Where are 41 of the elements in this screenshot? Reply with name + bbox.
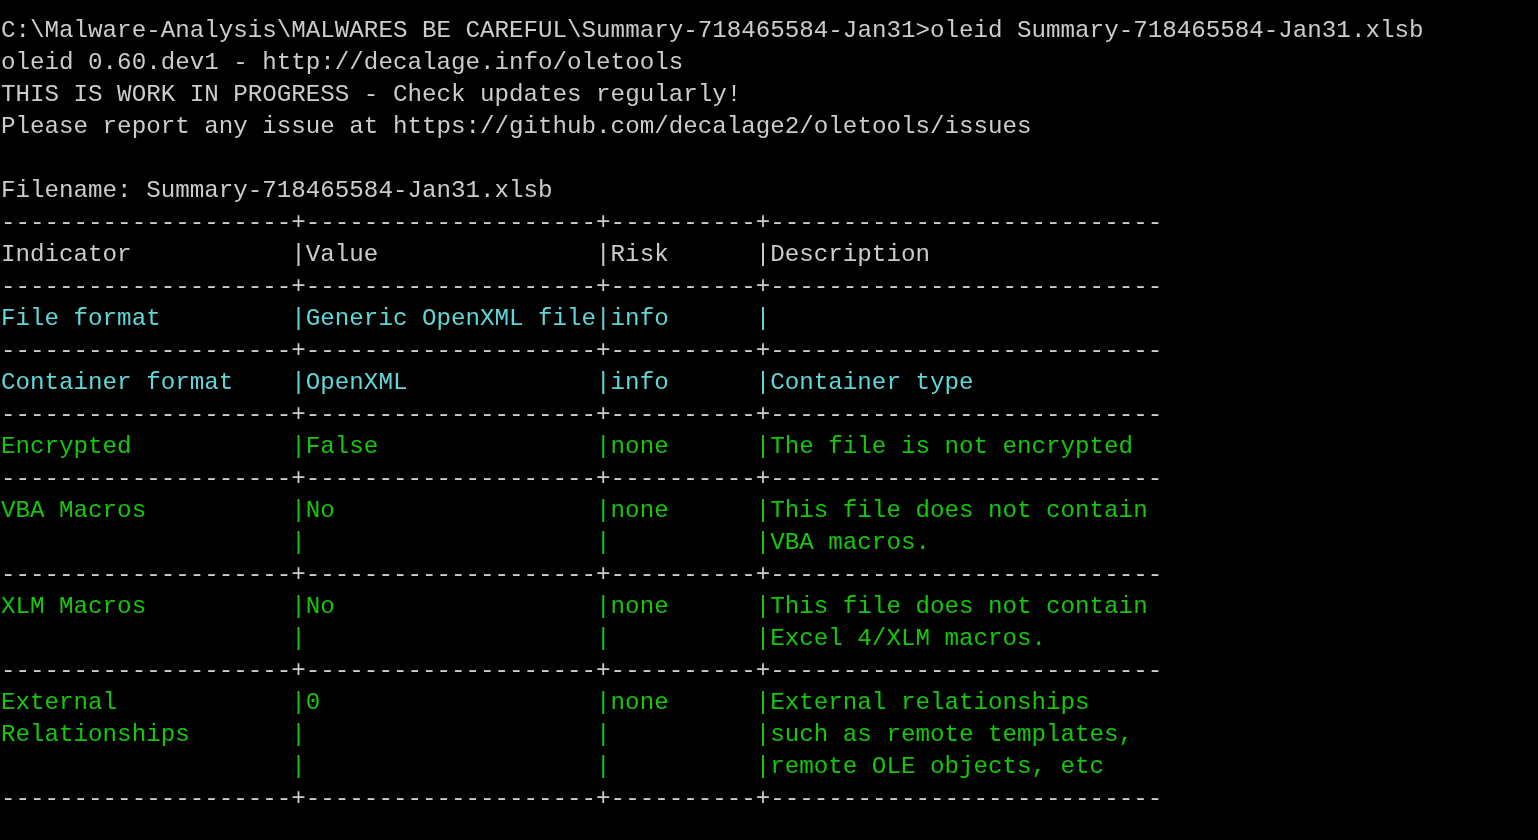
table-cell-text: |Generic OpenXML file	[291, 304, 597, 334]
table-cell-text: |none | |	[596, 688, 670, 782]
table-rule: --------------------+--------------------+----------+---------------------------	[1, 272, 1163, 302]
table-cell-text: Encrypted	[1, 432, 133, 462]
table-cell-text: XLM Macros	[1, 592, 148, 622]
table-cell-text: |none |	[596, 496, 670, 558]
table-cell-text: |info	[596, 368, 670, 398]
column-header: |Value	[291, 240, 380, 270]
table-cell-text: |none	[596, 432, 670, 462]
table-cell-text: External Relationships	[1, 688, 191, 750]
terminal-line: Please report any issue at https://github.com/decalage2/oletools/issues	[1, 112, 1032, 142]
terminal-line: Filename: Summary-718465584-Jan31.xlsb	[1, 176, 553, 206]
table-cell-text: |This file does not contain |VBA macros.	[755, 496, 1149, 558]
table-cell-text: |False	[291, 432, 380, 462]
table-cell-text: |External relationships |such as remote templates, |remote OLE objects, etc	[755, 688, 1135, 782]
terminal-line: THIS IS WORK IN PROGRESS - Check updates regularly!	[1, 80, 742, 110]
table-rule: --------------------+--------------------+----------+---------------------------	[1, 208, 1163, 238]
table-cell-text: VBA Macros	[1, 496, 148, 526]
table-cell-text: |The file is not encrypted	[755, 432, 1135, 462]
column-header: Indicator	[1, 240, 133, 270]
table-cell-text: |OpenXML	[291, 368, 409, 398]
table-rule: --------------------+--------------------+----------+---------------------------	[1, 400, 1163, 430]
table-cell-text: |This file does not contain |Excel 4/XLM macros.	[755, 592, 1149, 654]
table-cell-text: File format	[1, 304, 162, 334]
table-cell-text: Container format	[1, 368, 235, 398]
table-cell-text: |No |	[291, 592, 336, 654]
table-cell-text: |none |	[596, 592, 670, 654]
table-rule: --------------------+--------------------+----------+---------------------------	[1, 784, 1163, 814]
table-rule: --------------------+--------------------+----------+---------------------------	[1, 656, 1163, 686]
table-cell-text: |Container type	[755, 368, 975, 398]
table-cell-text: |info	[596, 304, 670, 334]
table-cell-text: |0 | |	[291, 688, 322, 782]
terminal-line: C:\Malware-Analysis\MALWARES BE CAREFUL\Summary-718465584-Jan31>oleid Summary-718465584-Jan31.xlsb	[1, 16, 1424, 46]
table-cell-text: |No |	[291, 496, 336, 558]
column-header: |Risk	[596, 240, 670, 270]
table-rule: --------------------+--------------------+----------+---------------------------	[1, 336, 1163, 366]
table-rule: --------------------+--------------------+----------+---------------------------	[1, 464, 1163, 494]
terminal-line: oleid 0.60.dev1 - http://decalage.info/oletools	[1, 48, 684, 78]
table-rule: --------------------+--------------------+----------+---------------------------	[1, 560, 1163, 590]
column-header: |Description	[755, 240, 931, 270]
table-cell-text: |	[755, 304, 772, 334]
